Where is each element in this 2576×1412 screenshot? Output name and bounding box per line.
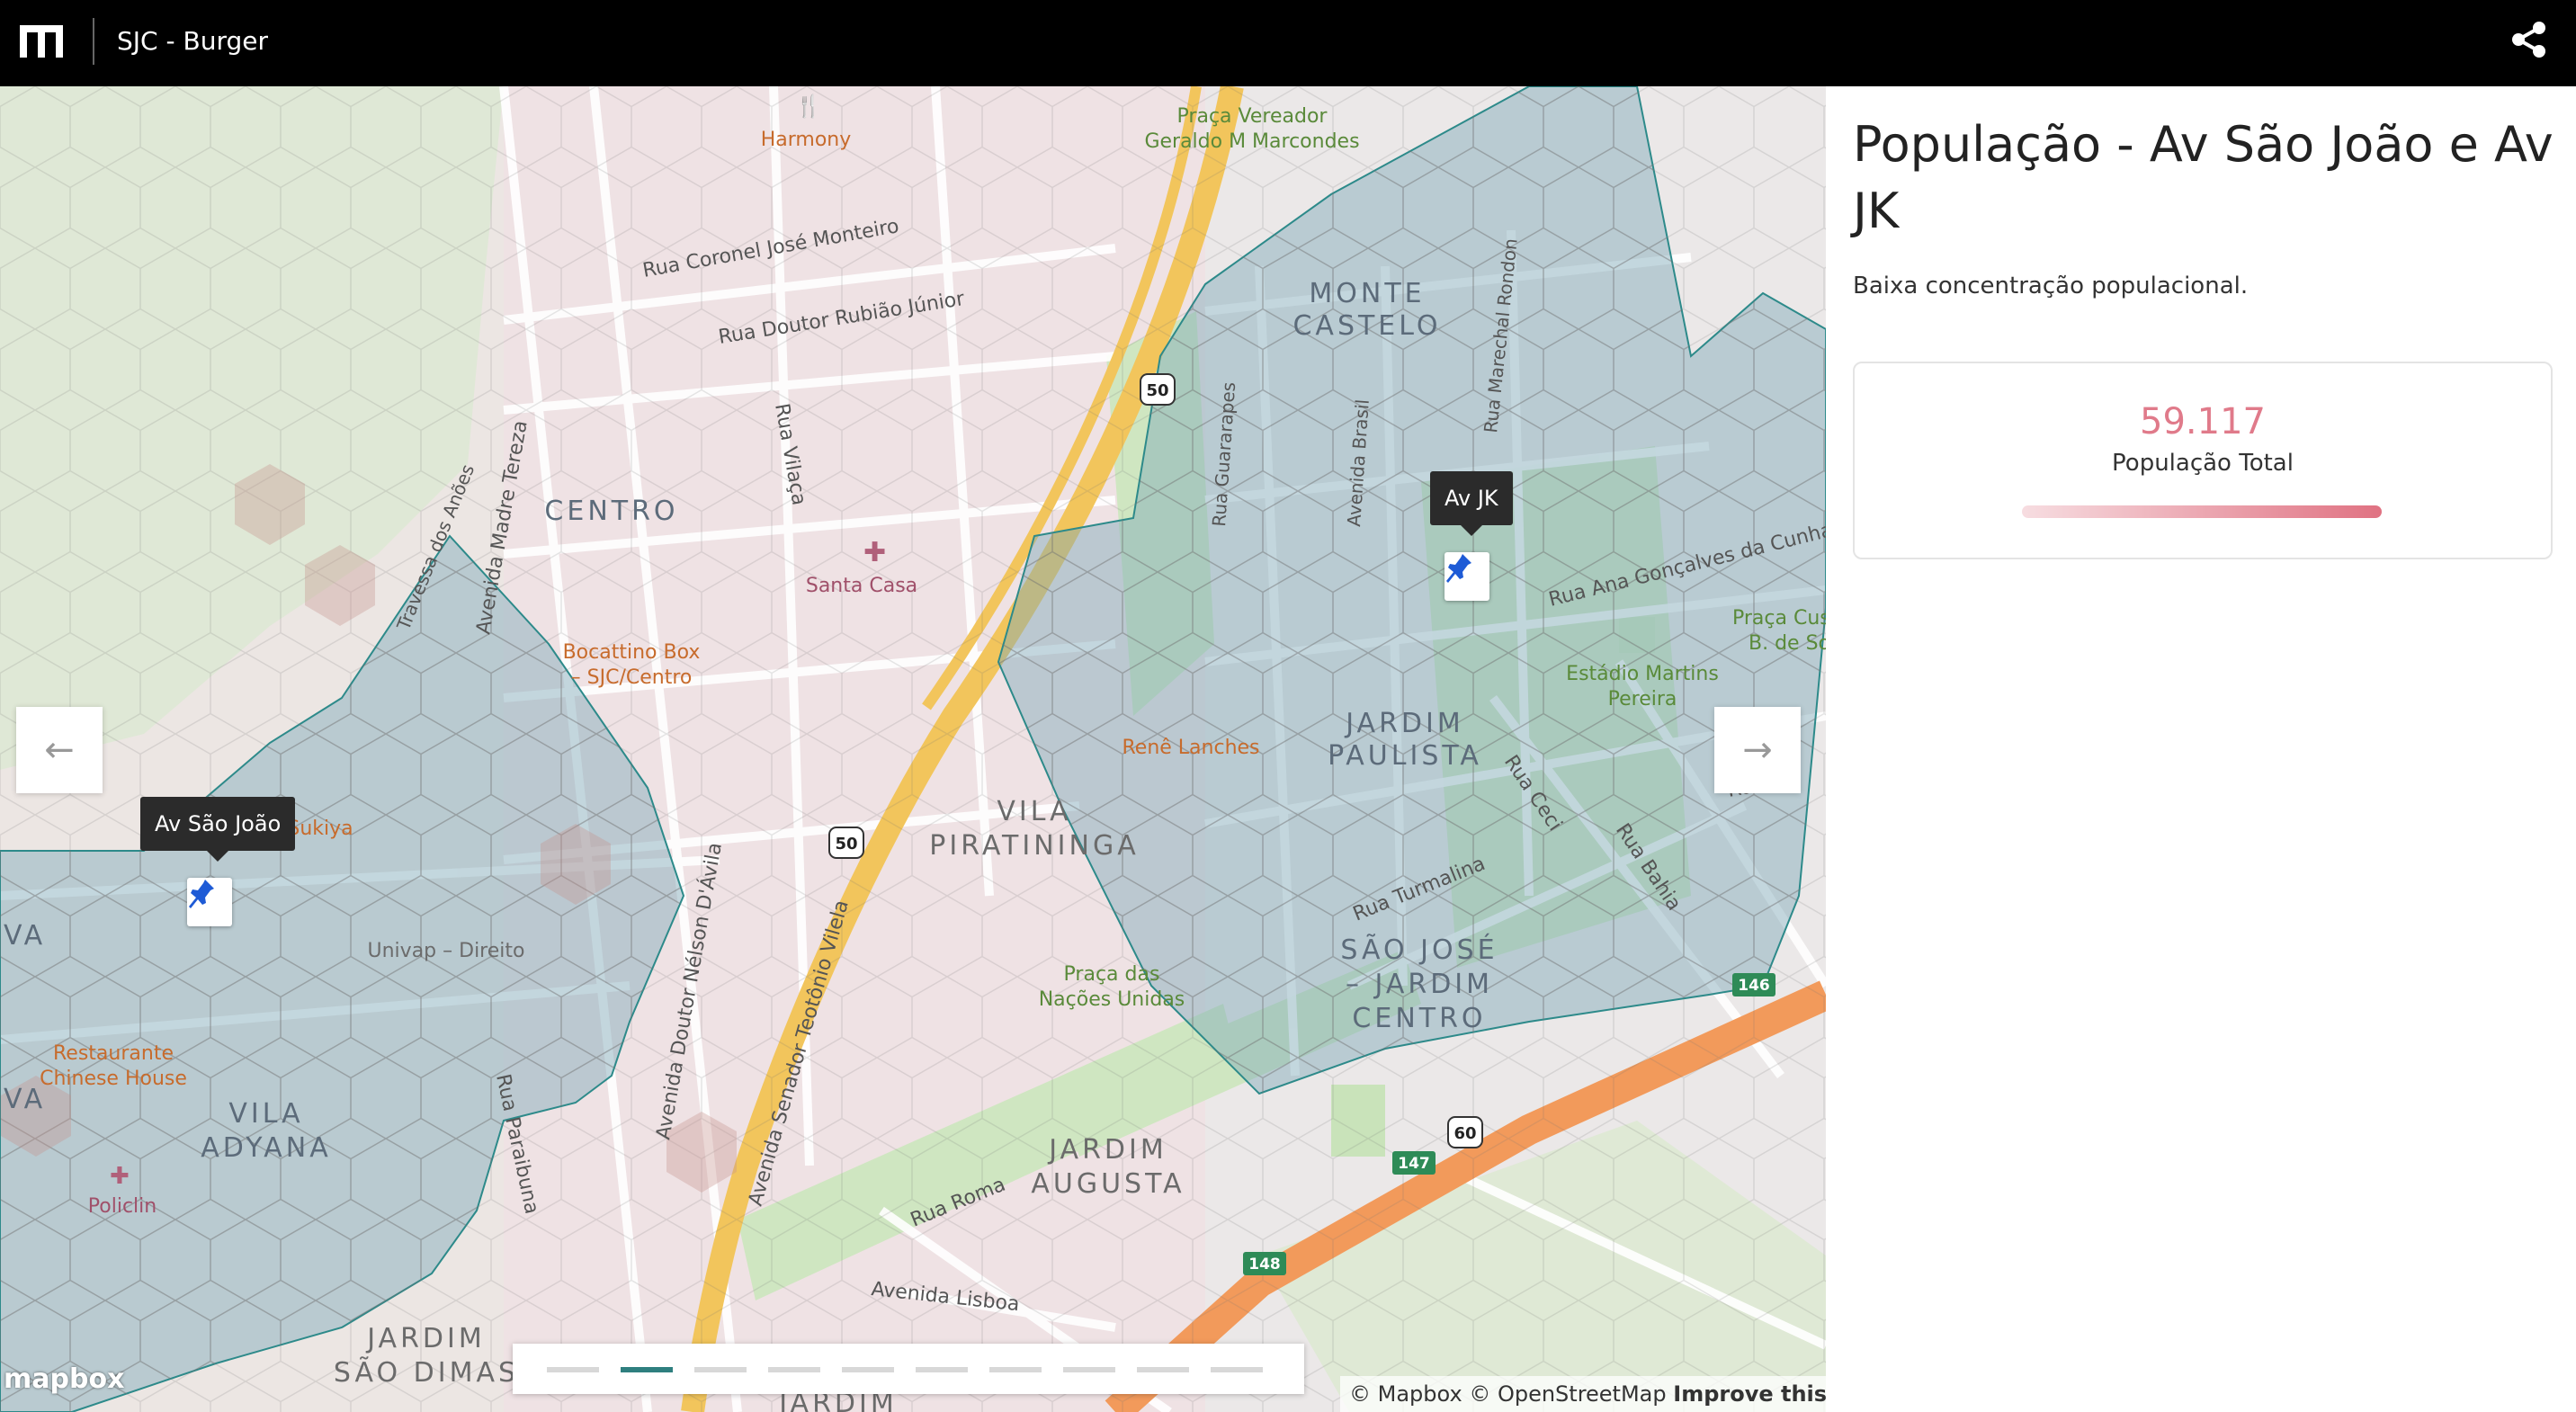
poi-label: – SJC/Centro [571,666,693,689]
pager-dot[interactable] [621,1367,673,1372]
stat-value: 59.117 [2140,401,2266,442]
poi-label: Estádio Martins [1566,663,1719,685]
stat-label: População Total [2112,450,2294,477]
improve-map-link[interactable]: Improve this map [1673,1381,1826,1407]
app-title: SJC - Burger [117,26,268,56]
poi-label: Policlin [88,1195,157,1218]
poi-label: B. de Sou [1749,632,1826,655]
svg-text:148: 148 [1248,1256,1281,1273]
map-layer: ✚ ✚ 🍴 50 50 60 146 147 148 Harmony Praça… [0,86,1826,1412]
route-shield: 146 [1732,973,1775,996]
app-logo-icon[interactable] [16,22,67,61]
route-shield: 50 [1140,373,1176,406]
neighborhood-label: JARDIM [365,1323,486,1354]
neighborhood-label: PIRATININGA [929,830,1139,862]
poi-label: Geraldo M Marcondes [1144,130,1359,153]
route-shield: 50 [828,827,864,859]
map-canvas[interactable]: ✚ ✚ 🍴 50 50 60 146 147 148 Harmony Praça… [0,86,1826,1412]
neighborhood-label: ADYANA [201,1132,331,1164]
pin-label-av-sao-joao: Av São João [140,797,296,862]
panel-description: Baixa concentração populacional. [1853,273,2249,299]
svg-text:50: 50 [1146,381,1168,400]
attribution-mapbox-link[interactable]: © Mapbox [1349,1381,1462,1407]
route-shield: 60 [1447,1116,1483,1148]
poi-label: Chinese House [40,1068,187,1090]
stat-bar [2022,505,2382,518]
pushpin-icon [189,880,214,908]
next-slide-button[interactable]: → [1714,707,1801,793]
poi-label: Praça das [1064,963,1160,986]
neighborhood-label: SÃO DIMAS [334,1356,519,1389]
header-separator [93,18,94,65]
pager-dot[interactable] [1063,1367,1115,1372]
info-panel: População - Av São João e Av JK Baixa co… [1826,86,2576,1412]
poi-label: Nações Unidas [1039,988,1185,1011]
mapbox-logo[interactable]: mapbox [4,1362,124,1398]
poi-label: Restaurante [53,1042,174,1065]
arrow-left-icon: ← [44,729,75,771]
neighborhood-label: SÃO JOSÉ [1340,934,1498,966]
route-shield: 147 [1392,1151,1436,1175]
slide-pager [513,1344,1304,1394]
svg-text:🍴: 🍴 [795,94,822,119]
pager-dot[interactable] [989,1367,1042,1372]
pager-dot[interactable] [1137,1367,1189,1372]
neighborhood-label: JARDIM [1344,708,1464,739]
pager-dot[interactable] [842,1367,894,1372]
neighborhood-label: CENTRO [544,496,678,527]
svg-text:✚: ✚ [110,1163,130,1190]
neighborhood-label: CASTELO [1292,310,1441,342]
attribution-osm-link[interactable]: © OpenStreetMap [1469,1381,1666,1407]
pager-dot[interactable] [768,1367,820,1372]
pushpin-icon [1446,554,1471,583]
neighborhood-label: VA [4,1084,46,1115]
pin-av-jk[interactable] [1445,552,1489,601]
pager-dot[interactable] [694,1367,747,1372]
neighborhood-label: VILA [997,796,1071,827]
neighborhood-label: AUGUSTA [1031,1168,1185,1200]
svg-text:50: 50 [835,835,857,853]
top-bar: SJC - Burger [0,0,2576,86]
neighborhood-label: JARDIM [1047,1134,1167,1166]
poi-label: Univap – Direito [368,940,525,962]
restaurant-icon: 🍴 [795,94,822,119]
pin-label-av-jk: Av JK [1430,471,1513,536]
neighborhood-label: VA [4,920,46,952]
prev-slide-button[interactable]: ← [16,707,103,793]
neighborhood-label: PAULISTA [1328,740,1482,772]
pager-dot[interactable] [1211,1367,1263,1372]
pager-dot[interactable] [547,1367,599,1372]
poi-label: Pereira [1608,688,1677,710]
hospital-icon: ✚ [863,537,886,568]
arrow-right-icon: → [1742,729,1773,771]
poi-label: Renê Lanches [1122,737,1259,759]
svg-text:146: 146 [1738,977,1770,995]
panel-title: População - Av São João e Av JK [1853,116,2554,239]
route-shield: 148 [1243,1252,1286,1275]
poi-label: Harmony [761,129,852,151]
pin-av-sao-joao[interactable] [187,878,232,926]
neighborhood-label: MONTE [1309,278,1425,309]
stat-card: 59.117 População Total [1853,362,2553,559]
poi-label: Bocattino Box [563,641,701,664]
neighborhood-label: – JARDIM [1346,969,1493,1000]
pager-dot[interactable] [916,1367,968,1372]
svg-text:60: 60 [1453,1124,1476,1143]
neighborhood-label: CENTRO [1352,1003,1486,1034]
svg-text:147: 147 [1398,1155,1430,1173]
hospital-icon: ✚ [110,1163,130,1190]
svg-text:✚: ✚ [863,537,886,568]
poi-label: Santa Casa [806,575,917,597]
poi-label: Praça Vereador [1177,105,1328,128]
neighborhood-label: VILA [228,1098,303,1130]
map-attribution: © Mapbox © OpenStreetMap Improve this ma… [1340,1376,1826,1412]
share-icon[interactable] [2509,20,2549,59]
poi-label: Praça Cus [1732,607,1826,630]
poi-label: Sukiya [287,818,353,840]
